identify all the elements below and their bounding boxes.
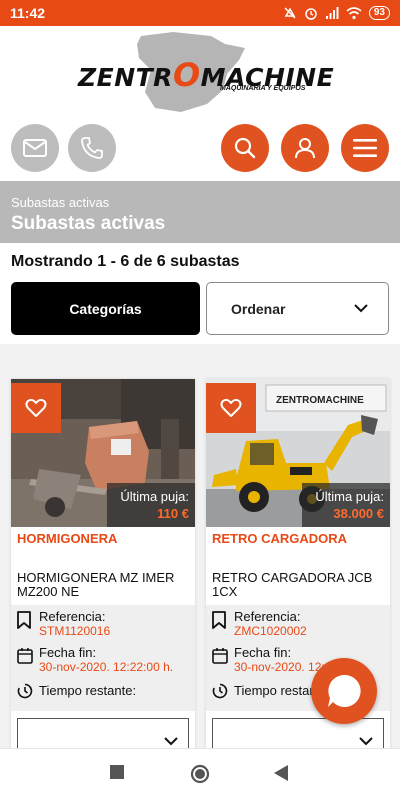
logo-tagline: MAQUINARIA Y EQUIPOS	[220, 85, 306, 92]
bookmark-icon	[17, 611, 31, 629]
logo-text-left: ZENTR	[78, 63, 173, 92]
product-photo[interactable]: Última puja: 110 €	[11, 379, 195, 527]
results-count: Mostrando 1 - 6 de 6 subastas	[11, 253, 240, 270]
card-category[interactable]: HORMIGONERA	[11, 527, 195, 553]
favorite-button[interactable]	[206, 383, 256, 433]
reference-row: Referencia: STM1120016	[11, 609, 195, 645]
user-icon	[295, 138, 315, 159]
status-bar: 11:42 93	[0, 0, 400, 26]
page-header: Subastas activas Subastas activas	[0, 181, 400, 243]
brand-logo[interactable]: ZENTROMACHINE MAQUINARIA Y EQUIPOS	[78, 30, 334, 114]
home-icon[interactable]	[190, 764, 210, 784]
alarm-icon	[305, 8, 317, 20]
clock-icon	[17, 683, 33, 699]
mail-icon	[23, 139, 47, 157]
page-title: Subastas activas	[11, 213, 166, 234]
chevron-down-icon	[359, 737, 373, 746]
recents-icon[interactable]	[110, 765, 124, 779]
photo-sign-text: ZENTROMACHINE	[276, 395, 364, 406]
menu-icon	[353, 139, 377, 157]
heart-icon	[25, 398, 47, 417]
card-title[interactable]: RETRO CARGADORA JCB 1CX	[206, 553, 390, 599]
categories-button[interactable]: Categorías	[11, 282, 200, 335]
logo-text-o: O	[172, 56, 201, 94]
battery-icon: 93	[368, 6, 390, 20]
calendar-icon	[17, 648, 33, 664]
reference-label: Referencia:	[234, 609, 301, 624]
sort-label: Ordenar	[231, 300, 286, 317]
reference-value: ZMC1020002	[234, 624, 307, 638]
last-bid-value: 110 €	[157, 506, 189, 521]
card-category[interactable]: RETRO CARGADORA	[206, 527, 390, 553]
search-button[interactable]	[221, 124, 269, 172]
calendar-icon	[212, 648, 228, 664]
chat-bubble-icon	[328, 674, 361, 707]
system-nav-bar	[0, 748, 400, 800]
search-icon	[234, 137, 256, 159]
product-photo[interactable]: ZENTROMACHINE Última puja: 38.000 €	[206, 379, 390, 527]
last-bid-label: Última puja:	[315, 489, 384, 504]
clock-icon	[212, 683, 228, 699]
end-date-label: Fecha fin:	[39, 645, 97, 660]
heart-icon	[220, 398, 242, 417]
reference-row: Referencia: ZMC1020002	[206, 609, 390, 645]
bookmark-icon	[212, 611, 226, 629]
back-icon[interactable]	[274, 765, 288, 781]
last-bid-box: Última puja: 38.000 €	[302, 483, 390, 527]
card-details: Referencia: STM1120016 Fecha fin: 30-nov…	[11, 605, 195, 711]
phone-button[interactable]	[68, 124, 116, 172]
favorite-button[interactable]	[11, 383, 61, 433]
signal-icon	[325, 7, 339, 19]
status-icons: 93	[283, 6, 390, 20]
end-date-value: 30-nov-2020. 12:22:00 h.	[39, 660, 174, 674]
card-dropdown[interactable]	[17, 718, 189, 748]
remaining-row: Tiempo restante:	[11, 681, 195, 717]
reference-value: STM1120016	[39, 624, 111, 638]
chat-button[interactable]	[311, 658, 377, 724]
chevron-down-icon	[164, 737, 178, 746]
remaining-label: Tiempo restante:	[39, 683, 137, 698]
mail-button[interactable]	[11, 124, 59, 172]
wifi-icon	[346, 7, 362, 20]
phone-icon	[81, 137, 103, 159]
menu-button[interactable]	[341, 124, 389, 172]
breadcrumb[interactable]: Subastas activas	[11, 195, 389, 210]
user-button[interactable]	[281, 124, 329, 172]
sort-dropdown[interactable]: Ordenar	[206, 282, 389, 335]
auction-card[interactable]: Última puja: 110 € HORMIGONERA HORMIGONE…	[11, 379, 195, 748]
last-bid-value: 38.000 €	[333, 506, 384, 521]
end-date-row: Fecha fin: 30-nov-2020. 12:22:00 h.	[11, 645, 195, 681]
reference-label: Referencia:	[39, 609, 106, 624]
card-dropdown[interactable]	[212, 718, 384, 748]
chevron-down-icon	[354, 304, 368, 313]
last-bid-box: Última puja: 110 €	[107, 483, 195, 527]
last-bid-label: Última puja:	[120, 489, 189, 504]
end-date-label: Fecha fin:	[234, 645, 292, 660]
status-time: 11:42	[10, 5, 46, 21]
card-title[interactable]: HORMIGONERA MZ IMER MZ200 NE	[11, 553, 195, 599]
mute-icon	[284, 7, 296, 19]
